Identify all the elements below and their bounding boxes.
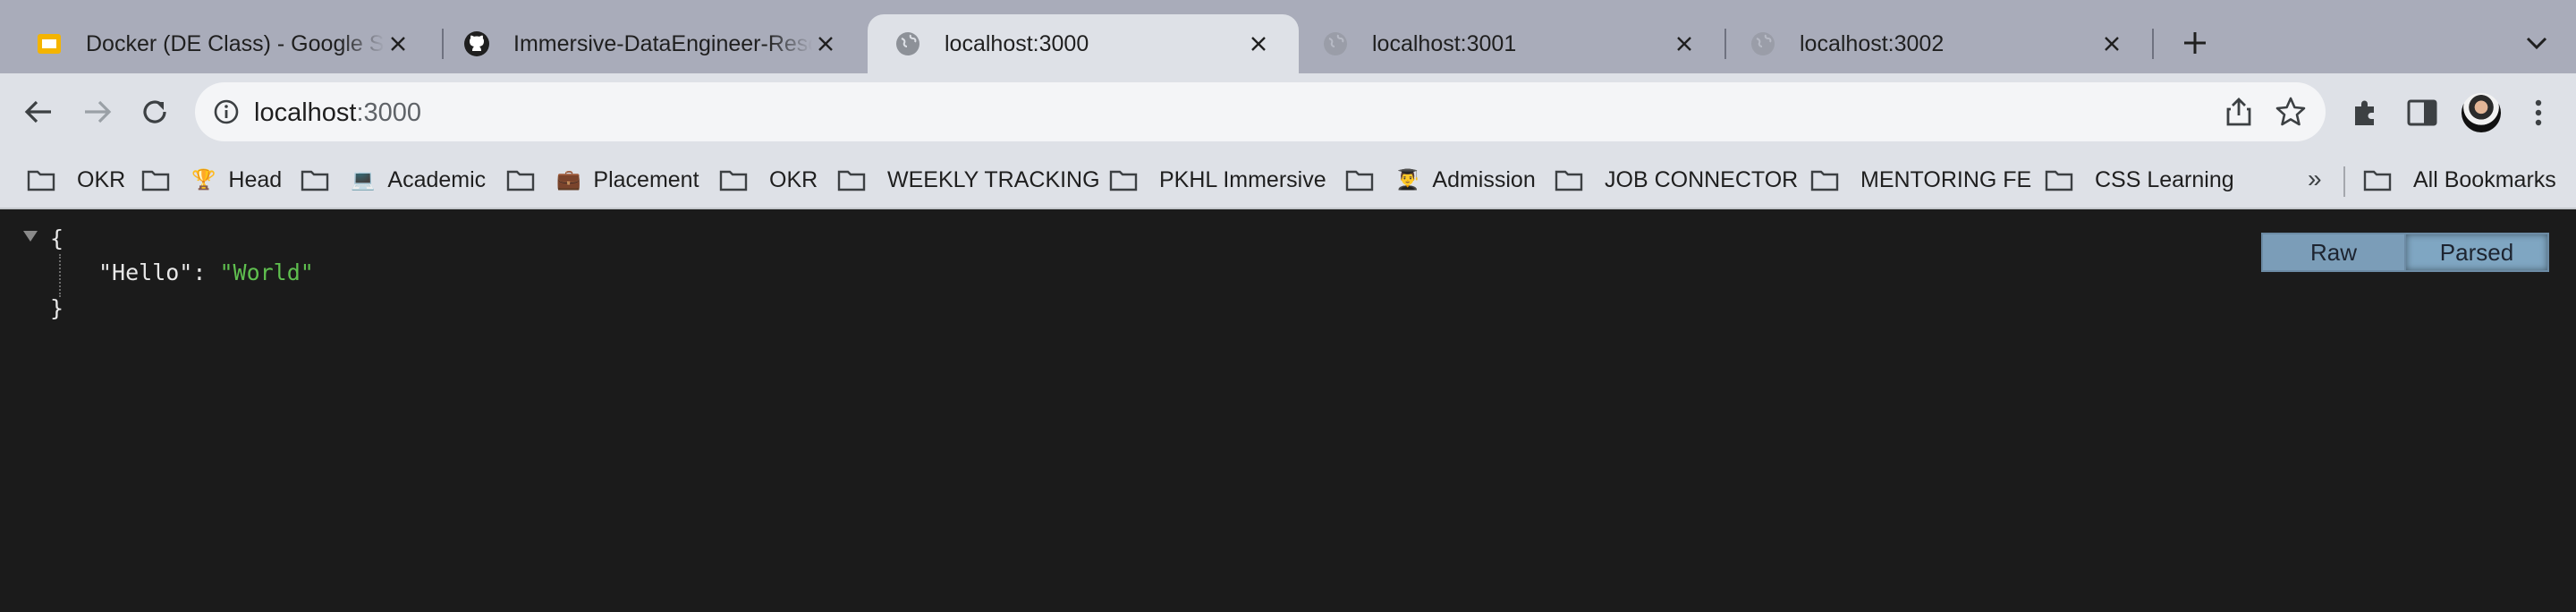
new-tab-button[interactable]	[2175, 23, 2215, 63]
folder-icon	[1810, 170, 1839, 191]
tab-separator	[2152, 29, 2154, 59]
close-icon[interactable]	[1245, 30, 1272, 57]
bookmark-admission[interactable]: 👨‍🎓 Admission	[1345, 163, 1536, 197]
plus-icon	[2184, 32, 2206, 54]
address-bar[interactable]: localhost:3000	[195, 82, 2326, 141]
bookmark-mentoring-fe[interactable]: MENTORING FE	[1810, 163, 2031, 197]
collapse-toggle-icon[interactable]	[23, 231, 38, 242]
bookmark-academic[interactable]: 💻 Academic	[301, 163, 486, 197]
json-string-value: "World"	[219, 259, 314, 285]
avatar[interactable]	[2462, 93, 2501, 132]
share-icon[interactable]	[2224, 97, 2254, 127]
forward-button[interactable]	[75, 89, 120, 134]
globe-icon	[1750, 30, 1776, 57]
laptop-icon: 💻	[351, 168, 376, 191]
bookmark-job-connector[interactable]: JOB CONNECTOR	[1555, 163, 1798, 197]
browser-toolbar: localhost:3000	[0, 73, 2576, 152]
all-bookmarks-button[interactable]: All Bookmarks	[2363, 163, 2556, 197]
tab-title: Immersive-DataEngineer-Resources	[513, 30, 812, 56]
trophy-icon: 🏆	[191, 168, 216, 191]
parsed-button[interactable]: Parsed	[2406, 233, 2549, 272]
menu-button[interactable]	[2521, 95, 2556, 131]
bookmark-weekly-tracking[interactable]: WEEKLY TRACKING	[837, 163, 1100, 197]
briefcase-icon: 💼	[556, 168, 581, 191]
arrow-right-icon	[85, 100, 112, 123]
bookmarks-separator	[2343, 166, 2345, 197]
close-icon[interactable]	[2098, 30, 2125, 57]
folder-icon	[2363, 170, 2392, 191]
folder-icon	[719, 170, 748, 191]
view-mode-toggle: Raw Parsed	[2261, 233, 2549, 272]
close-icon[interactable]	[385, 30, 411, 57]
folder-icon	[506, 170, 535, 191]
tab-title: localhost:3001	[1372, 30, 1517, 56]
puzzle-icon	[2355, 100, 2374, 125]
bookmark-placement[interactable]: 💼 Placement	[506, 163, 699, 197]
reload-button[interactable]	[132, 89, 177, 134]
tab-localhost-3001[interactable]: localhost:3001	[1295, 14, 1724, 73]
bookmark-okr-2[interactable]: OKR	[719, 163, 818, 197]
slides-icon	[36, 30, 63, 57]
json-viewer: { "Hello": "World" } Raw Parsed	[0, 209, 2576, 612]
raw-button[interactable]: Raw	[2261, 233, 2406, 272]
github-icon	[463, 30, 490, 57]
close-icon[interactable]	[1671, 30, 1698, 57]
bookmark-head[interactable]: 🏆 Head	[141, 163, 282, 197]
globe-icon	[894, 30, 921, 57]
tab-strip: Docker (DE Class) - Google Slides Immers…	[0, 0, 2576, 73]
url-text[interactable]: localhost:3000	[254, 98, 421, 128]
bookmark-okr[interactable]: OKR	[27, 163, 125, 197]
folder-icon	[2045, 170, 2073, 191]
bookmarks-overflow-button[interactable]: »	[2308, 165, 2322, 193]
json-open-brace: {	[50, 225, 64, 251]
folder-icon	[1109, 170, 1138, 191]
tab-docker-slides[interactable]: Docker (DE Class) - Google Slides	[9, 14, 438, 73]
folder-icon	[141, 170, 170, 191]
folder-icon	[1555, 170, 1583, 191]
globe-icon	[1322, 30, 1349, 57]
student-icon: 👨‍🎓	[1395, 168, 1420, 191]
chevron-down-icon	[2526, 37, 2547, 50]
reload-icon	[143, 100, 166, 123]
folder-icon	[837, 170, 866, 191]
tab-localhost-3000[interactable]: localhost:3000	[868, 14, 1299, 73]
json-key: "Hello"	[98, 259, 193, 285]
star-icon[interactable]	[2274, 95, 2308, 129]
folder-icon	[301, 170, 329, 191]
folder-icon	[1345, 170, 1374, 191]
tab-localhost-3002[interactable]: localhost:3002	[1723, 14, 2152, 73]
bookmark-css-learning[interactable]: CSS Learning	[2045, 163, 2234, 197]
json-close-brace: }	[50, 295, 64, 321]
tab-title: localhost:3002	[1800, 30, 1945, 56]
extensions-button[interactable]	[2347, 95, 2383, 131]
tab-title: Docker (DE Class) - Google Slides	[86, 30, 385, 56]
side-panel-icon	[2407, 99, 2437, 126]
folder-icon	[27, 170, 55, 191]
bookmarks-bar: OKR 🏆 Head 💻 Academic 💼 Placement OKR WE…	[0, 152, 2576, 209]
side-panel-button[interactable]	[2404, 95, 2440, 131]
tab-title: localhost:3000	[945, 30, 1089, 56]
bookmark-pkhl-immersive[interactable]: PKHL Immersive	[1109, 163, 1326, 197]
tab-search-button[interactable]	[2519, 25, 2555, 61]
kebab-menu-icon	[2535, 99, 2542, 126]
info-icon[interactable]	[213, 98, 240, 125]
json-colon: :	[192, 259, 220, 285]
indent-guide	[59, 254, 61, 297]
tab-github-resources[interactable]: Immersive-DataEngineer-Resources	[436, 14, 866, 73]
json-property: "Hello": "World"	[98, 259, 314, 285]
arrow-left-icon	[24, 100, 51, 123]
back-button[interactable]	[16, 89, 61, 134]
close-icon[interactable]	[812, 30, 839, 57]
